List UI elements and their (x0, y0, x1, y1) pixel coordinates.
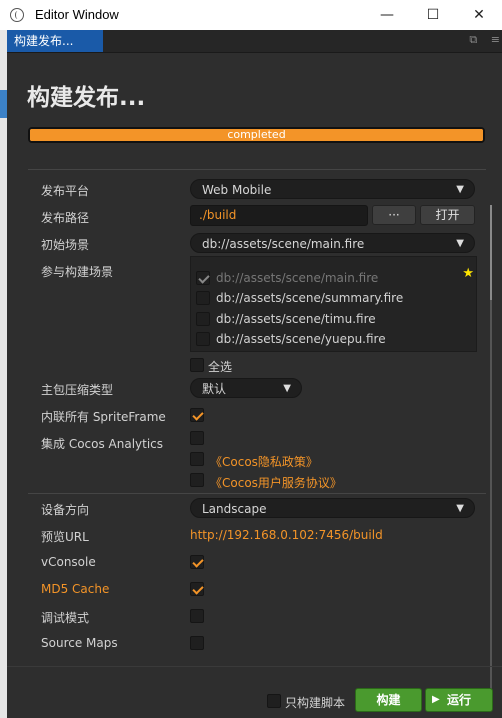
tab-icons: ⧉ ≡ (459, 33, 500, 47)
md5-cache-label: MD5 Cache (41, 582, 110, 596)
app-icon (10, 8, 24, 22)
select-all-label: 全选 (208, 360, 233, 374)
privacy-policy-link[interactable]: 《Cocos隐私政策》 (210, 453, 318, 470)
page-title: 构建发布... (27, 85, 146, 111)
inline-sprite-label: 内联所有 SpriteFrame (41, 410, 166, 424)
scene-checkbox[interactable] (196, 332, 210, 346)
scene-path: db://assets/scene/yuepu.fire (216, 332, 386, 346)
tab-bar: 构建发布... ⧉ ≡ (7, 30, 502, 53)
source-maps-checkbox[interactable] (190, 636, 204, 650)
menu-icon[interactable]: ≡ (491, 33, 500, 46)
platform-select[interactable]: Web Mobile ▼ (190, 179, 475, 199)
start-scene-value: db://assets/scene/main.fire (202, 237, 365, 251)
scene-list: db://assets/scene/main.fire ★ db://asset… (190, 256, 477, 352)
inline-sprite-checkbox[interactable] (190, 408, 204, 422)
analytics-checkbox[interactable] (190, 431, 204, 445)
build-button[interactable]: 构建 (355, 688, 422, 712)
background-window-edge (0, 30, 7, 718)
analytics-label: 集成 Cocos Analytics (41, 437, 164, 451)
platform-label: 发布平台 (41, 184, 90, 198)
run-button[interactable]: ▶ 运行 (425, 688, 493, 712)
privacy-checkbox[interactable] (190, 452, 204, 466)
md5-cache-checkbox[interactable] (190, 582, 204, 596)
progress-bar: completed (28, 127, 485, 143)
build-script-only-label: 只构建脚本 (285, 696, 346, 710)
compression-label: 主包压缩类型 (41, 383, 114, 397)
browse-button[interactable]: ··· (372, 205, 416, 225)
play-icon: ▶ (432, 694, 440, 705)
tab-build-publish[interactable]: 构建发布... (7, 30, 103, 52)
scene-path: db://assets/scene/main.fire (216, 271, 379, 285)
scenes-label: 参与构建场景 (41, 265, 114, 279)
maximize-button[interactable]: ☐ (410, 0, 456, 30)
dropdown-arrow-icon: ▼ (456, 238, 464, 249)
compression-select[interactable]: 默认 ▼ (190, 378, 302, 398)
source-maps-label: Source Maps (41, 636, 118, 650)
dropdown-arrow-icon: ▼ (456, 503, 464, 514)
scene-checkbox[interactable] (196, 291, 210, 305)
popout-icon[interactable]: ⧉ (469, 33, 477, 46)
path-label: 发布路径 (41, 211, 90, 225)
service-agreement-link[interactable]: 《Cocos用户服务协议》 (210, 474, 342, 491)
progress-text: completed (227, 128, 286, 141)
window-titlebar: Editor Window — ☐ ✕ (0, 0, 502, 30)
divider (28, 493, 486, 494)
start-scene-select[interactable]: db://assets/scene/main.fire ▼ (190, 233, 475, 253)
scrollbar-thumb[interactable] (490, 205, 492, 300)
scene-checkbox (196, 271, 210, 285)
scrollbar[interactable] (490, 205, 492, 695)
vconsole-checkbox[interactable] (190, 555, 204, 569)
minimize-button[interactable]: — (364, 0, 410, 30)
open-folder-button[interactable]: 打开 (420, 205, 475, 225)
run-label: 运行 (446, 693, 471, 707)
window-title: Editor Window (35, 7, 119, 22)
scene-checkbox[interactable] (196, 312, 210, 326)
build-panel: 构建发布... ⧉ ≡ 构建发布... completed 发布平台 Web M… (7, 30, 502, 718)
preview-url-link[interactable]: http://192.168.0.102:7456/build (190, 528, 383, 542)
platform-value: Web Mobile (202, 183, 272, 197)
orientation-value: Landscape (202, 502, 267, 516)
compression-value: 默认 (202, 382, 227, 396)
orientation-label: 设备方向 (41, 503, 90, 517)
divider (28, 169, 486, 170)
service-agreement-checkbox[interactable] (190, 473, 204, 487)
star-icon: ★ (462, 266, 474, 281)
start-scene-label: 初始场景 (41, 238, 90, 252)
vconsole-label: vConsole (41, 555, 96, 569)
scene-path: db://assets/scene/timu.fire (216, 312, 376, 326)
dropdown-arrow-icon: ▼ (456, 184, 464, 195)
footer-divider (7, 666, 502, 667)
background-accent-strip (0, 90, 7, 118)
scene-path: db://assets/scene/summary.fire (216, 291, 404, 305)
close-button[interactable]: ✕ (456, 0, 502, 30)
preview-url-label: 预览URL (41, 530, 89, 544)
debug-checkbox[interactable] (190, 609, 204, 623)
orientation-select[interactable]: Landscape ▼ (190, 498, 475, 518)
path-input[interactable]: ./build (190, 205, 368, 226)
build-script-only-checkbox[interactable] (267, 694, 281, 708)
dropdown-arrow-icon: ▼ (283, 383, 291, 394)
select-all-checkbox[interactable] (190, 358, 204, 372)
debug-label: 调试模式 (41, 611, 90, 625)
